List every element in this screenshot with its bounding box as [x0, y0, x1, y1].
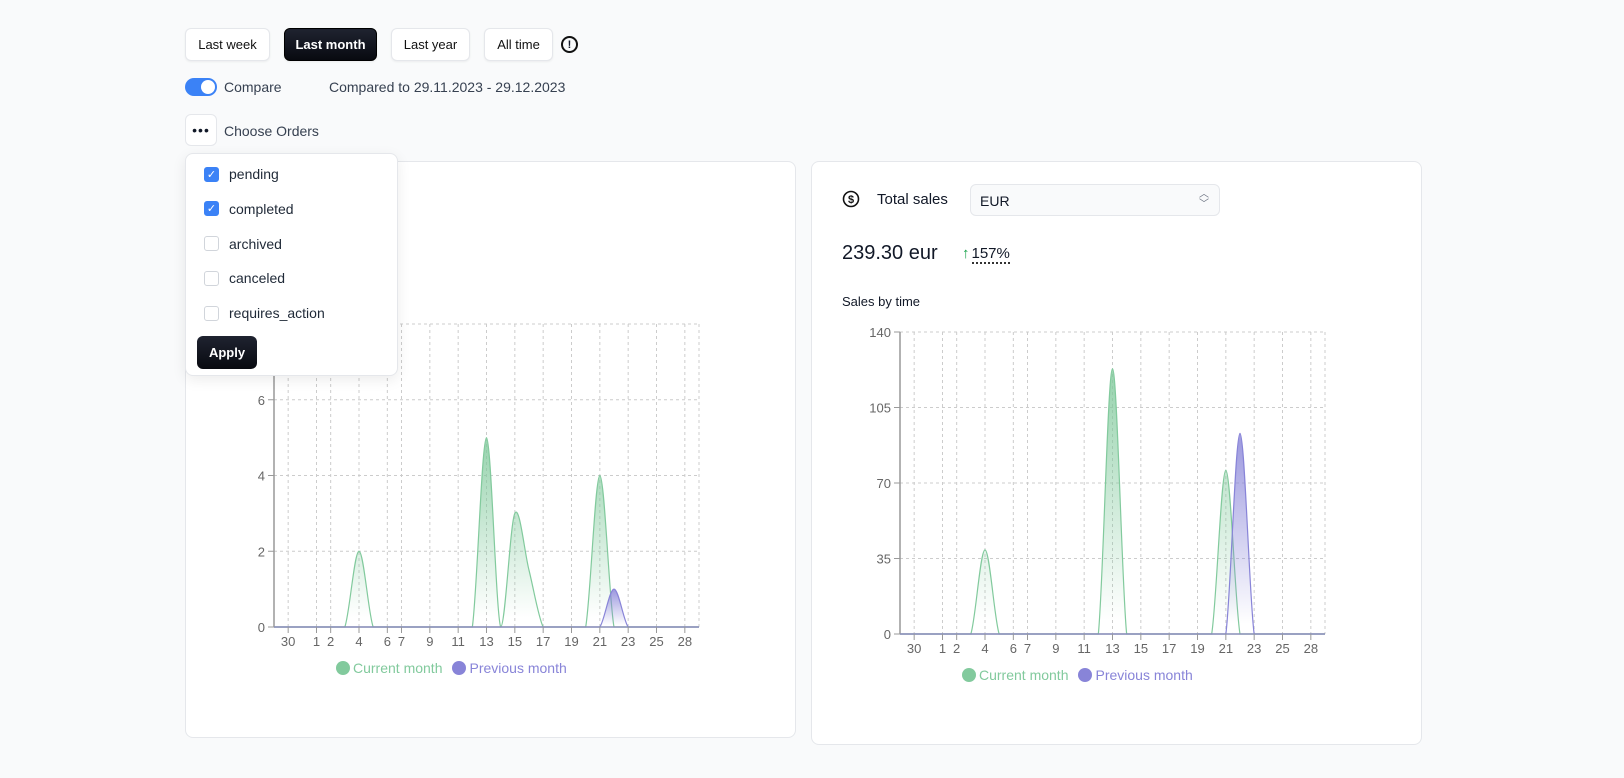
legend-current-dot — [962, 668, 976, 682]
x-tick-label: 30 — [907, 641, 921, 656]
order-status-option[interactable]: canceled — [204, 270, 285, 286]
x-tick-label: 2 — [327, 634, 334, 649]
x-tick-label: 19 — [564, 634, 578, 649]
option-label: pending — [229, 166, 279, 182]
legend-previous-dot — [1078, 668, 1093, 682]
legend-current-dot — [336, 661, 350, 675]
x-tick-label: 7 — [398, 634, 405, 649]
y-tick-label: 70 — [877, 476, 891, 491]
x-tick-label: 28 — [678, 634, 692, 649]
checkbox[interactable]: ✓ — [204, 166, 219, 182]
apply-button[interactable]: Apply — [197, 336, 257, 369]
range-last-year-button[interactable]: Last year — [391, 28, 470, 61]
dollar-circle-icon: $ — [842, 190, 860, 208]
x-tick-label: 15 — [508, 634, 522, 649]
y-tick-label: 35 — [877, 552, 891, 567]
option-label: completed — [229, 200, 294, 217]
compare-label: Compare — [224, 79, 282, 95]
legend-current[interactable]: Current month — [336, 660, 442, 676]
x-tick-label: 2 — [953, 641, 960, 656]
currency-select[interactable]: EUR ︿ ﹀ — [970, 184, 1220, 216]
x-tick-label: 28 — [1304, 641, 1318, 656]
x-tick-label: 17 — [536, 634, 550, 649]
chart-legend: Current month Previous month — [962, 667, 1193, 683]
legend-current[interactable]: Current month — [962, 667, 1068, 683]
more-icon: ••• — [192, 122, 210, 138]
y-tick-label: 4 — [258, 469, 265, 484]
order-status-option[interactable]: archived — [204, 236, 282, 252]
compare-toggle[interactable] — [185, 78, 217, 96]
total-sales-value: 239.30 eur — [842, 242, 938, 264]
sales-chart-title: Sales by time — [842, 294, 921, 309]
x-tick-label: 1 — [939, 641, 946, 656]
x-tick-label: 13 — [1105, 641, 1119, 656]
range-all-time-button[interactable]: All time — [484, 28, 553, 61]
x-tick-label: 6 — [384, 634, 391, 649]
arrow-up-icon: ↑ — [962, 245, 970, 262]
x-tick-label: 25 — [649, 634, 663, 649]
checkbox[interactable] — [204, 270, 219, 286]
svg-text:$: $ — [848, 194, 854, 206]
checkbox[interactable] — [204, 305, 219, 321]
exclamation-circle-icon[interactable]: ! — [561, 36, 578, 53]
y-tick-label: 0 — [258, 620, 265, 635]
chevron-updown-icon: ︿ ﹀ — [1199, 189, 1209, 210]
option-label: archived — [229, 235, 282, 252]
x-tick-label: 9 — [1052, 641, 1059, 656]
y-tick-label: 140 — [869, 325, 891, 340]
total-sales-title: Total sales — [877, 191, 948, 208]
series-area-current — [274, 437, 699, 627]
x-tick-label: 11 — [451, 634, 465, 649]
legend-previous[interactable]: Previous month — [1078, 667, 1193, 683]
x-tick-label: 25 — [1275, 641, 1289, 656]
option-label: requires_action — [229, 305, 325, 322]
x-tick-label: 9 — [426, 634, 433, 649]
x-tick-label: 30 — [281, 634, 295, 649]
order-status-option[interactable]: ✓ completed — [204, 201, 294, 217]
legend-previous[interactable]: Previous month — [452, 660, 567, 676]
order-status-option[interactable]: requires_action — [204, 305, 325, 321]
y-tick-label: 6 — [258, 393, 265, 408]
y-tick-label: 0 — [884, 627, 891, 642]
x-tick-label: 21 — [1219, 641, 1233, 656]
x-tick-label: 4 — [355, 634, 362, 649]
x-tick-label: 15 — [1134, 641, 1148, 656]
range-last-week-button[interactable]: Last week — [185, 28, 270, 61]
choose-orders-label: Choose Orders — [224, 123, 319, 139]
chart-legend: Current month Previous month — [336, 660, 567, 676]
legend-previous-dot — [452, 661, 467, 675]
x-tick-label: 11 — [1077, 641, 1091, 656]
checkbox[interactable]: ✓ — [204, 201, 219, 217]
series-area-current — [900, 368, 1325, 634]
x-tick-label: 17 — [1162, 641, 1176, 656]
compare-range-text: Compared to 29.11.2023 - 29.12.2023 — [329, 79, 566, 95]
x-tick-label: 23 — [621, 634, 635, 649]
change-badge[interactable]: ↑ 157% — [962, 245, 1010, 264]
x-tick-label: 13 — [479, 634, 493, 649]
y-tick-label: 2 — [258, 544, 265, 559]
y-tick-label: 105 — [869, 401, 891, 416]
x-tick-label: 7 — [1024, 641, 1031, 656]
x-tick-label: 21 — [593, 634, 607, 649]
x-tick-label: 23 — [1247, 641, 1261, 656]
checkbox[interactable] — [204, 236, 219, 252]
change-percent: 157% — [971, 245, 1010, 264]
x-tick-label: 1 — [313, 634, 320, 649]
choose-orders-button[interactable]: ••• — [185, 114, 217, 146]
order-status-option[interactable]: ✓ pending — [204, 166, 279, 182]
orders-dropdown: ✓ pending ✓ completed archived canceled requir… — [185, 153, 398, 376]
x-tick-label: 4 — [981, 641, 988, 656]
x-tick-label: 6 — [1010, 641, 1017, 656]
option-label: canceled — [229, 270, 286, 287]
range-last-month-button[interactable]: Last month — [284, 28, 377, 61]
x-tick-label: 19 — [1190, 641, 1204, 656]
